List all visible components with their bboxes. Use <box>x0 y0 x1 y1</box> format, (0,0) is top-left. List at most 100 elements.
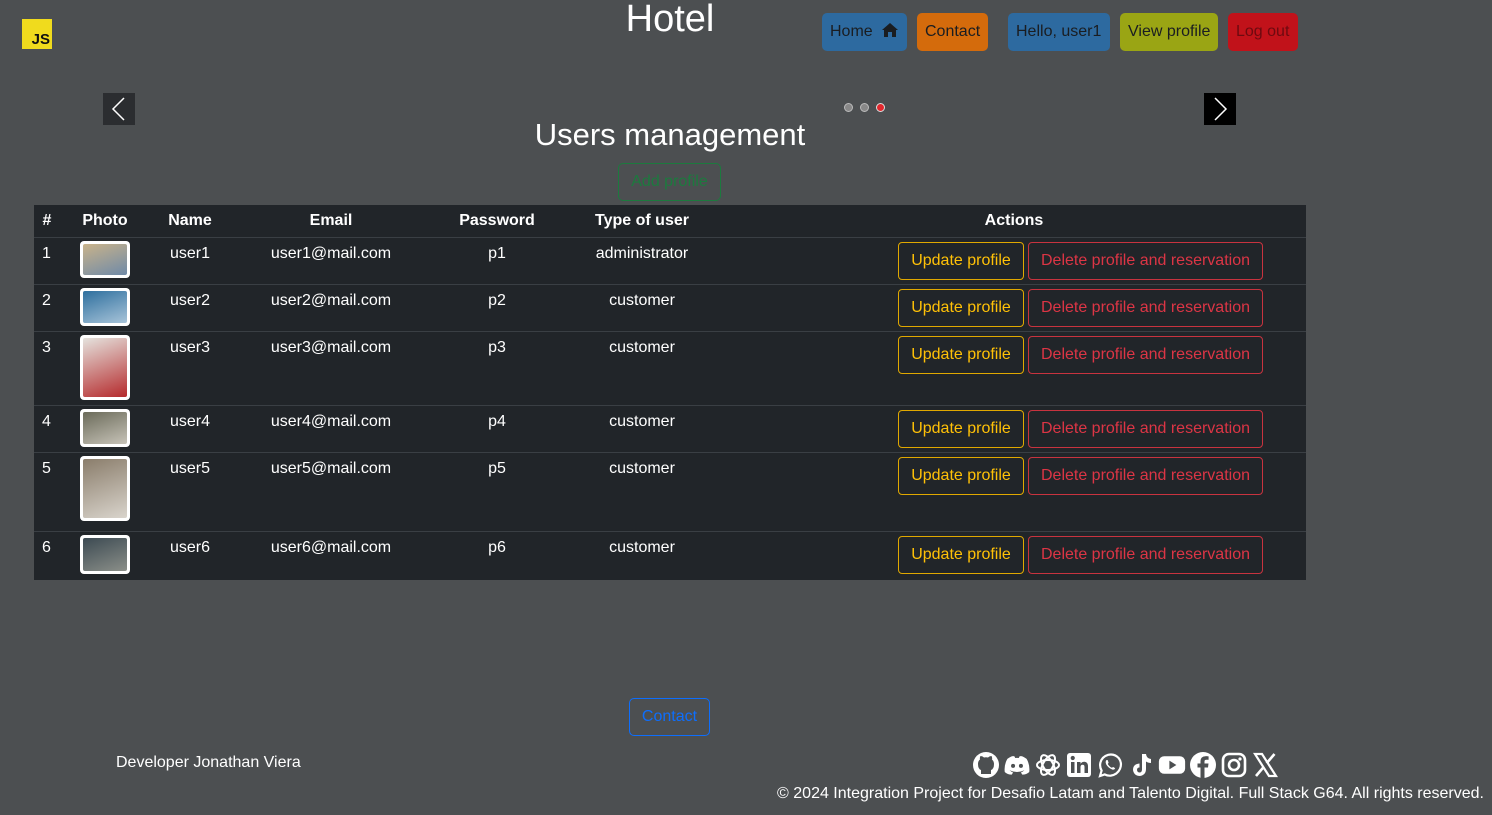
row-number: 6 <box>34 531 60 580</box>
carousel-next-button[interactable] <box>1204 93 1236 125</box>
photo-cell <box>60 237 150 285</box>
social-links <box>972 750 1279 780</box>
user-email: user5@mail.com <box>230 452 432 532</box>
contact-nav-button[interactable]: Contact <box>917 13 988 51</box>
add-profile-button[interactable]: Add profile <box>618 163 721 201</box>
user-type: customer <box>562 331 722 406</box>
discord-icon[interactable] <box>1003 750 1031 780</box>
user-password: p1 <box>432 237 562 285</box>
delete-profile-button[interactable]: Delete profile and reservation <box>1028 336 1263 374</box>
photo-image <box>83 244 127 275</box>
delete-profile-button[interactable]: Delete profile and reservation <box>1028 242 1263 280</box>
actions-cell: Update profile Delete profile and reserva… <box>722 531 1306 580</box>
chevron-right-icon <box>1214 97 1228 121</box>
update-profile-button[interactable]: Update profile <box>898 242 1024 280</box>
delete-profile-button[interactable]: Delete profile and reservation <box>1028 457 1263 495</box>
actions-cell: Update profile Delete profile and reserva… <box>722 405 1306 453</box>
update-profile-button[interactable]: Update profile <box>898 336 1024 374</box>
carousel-indicator-3[interactable] <box>876 103 885 112</box>
actions-cell: Update profile Delete profile and reserva… <box>722 237 1306 285</box>
carousel-indicator-2[interactable] <box>860 103 869 112</box>
user-email: user4@mail.com <box>230 405 432 453</box>
site-title: Hotel <box>625 0 715 40</box>
header-num: # <box>34 205 60 238</box>
table-row: 4 user4 user4@mail.com p4 customer Update pro… <box>34 405 1306 453</box>
table-row: 1 user1 user1@mail.com p1 administrator Updat… <box>34 237 1306 285</box>
logout-button[interactable]: Log out <box>1228 13 1298 51</box>
user-photo <box>80 241 130 278</box>
photo-image <box>83 538 127 571</box>
user-password: p4 <box>432 405 562 453</box>
developer-credit: Developer Jonathan Viera <box>116 754 301 771</box>
home-icon <box>882 23 899 38</box>
actions-cell: Update profile Delete profile and reserva… <box>722 452 1306 532</box>
carousel-indicator-1[interactable] <box>844 103 853 112</box>
row-number: 5 <box>34 452 60 532</box>
user-type: customer <box>562 405 722 453</box>
delete-profile-button[interactable]: Delete profile and reservation <box>1028 536 1263 574</box>
x-icon[interactable] <box>1251 750 1279 780</box>
user-name: user2 <box>150 284 230 332</box>
header-email: Email <box>230 205 432 238</box>
user-photo <box>80 409 130 447</box>
row-number: 1 <box>34 237 60 285</box>
view-profile-button[interactable]: View profile <box>1120 13 1218 51</box>
update-profile-button[interactable]: Update profile <box>898 536 1024 574</box>
tiktok-icon[interactable] <box>1127 750 1155 780</box>
user-email: user3@mail.com <box>230 331 432 406</box>
users-table: # Photo Name Email Password Type of user… <box>34 205 1306 580</box>
page-title: Users management <box>534 117 806 152</box>
update-profile-button[interactable]: Update profile <box>898 457 1024 495</box>
table-header-row: # Photo Name Email Password Type of user… <box>34 205 1306 238</box>
contact-footer-button[interactable]: Contact <box>629 698 710 736</box>
openai-icon[interactable] <box>1034 750 1062 780</box>
user-email: user2@mail.com <box>230 284 432 332</box>
home-button[interactable]: Home <box>822 13 907 51</box>
update-profile-button[interactable]: Update profile <box>898 410 1024 448</box>
whatsapp-icon[interactable] <box>1096 750 1124 780</box>
user-name: user3 <box>150 331 230 406</box>
user-type: customer <box>562 284 722 332</box>
photo-cell <box>60 331 150 406</box>
table-row: 5 user5 user5@mail.com p5 customer Update pro… <box>34 452 1306 532</box>
home-label: Home <box>830 23 873 40</box>
delete-profile-button[interactable]: Delete profile and reservation <box>1028 410 1263 448</box>
user-password: p2 <box>432 284 562 332</box>
github-icon[interactable] <box>972 750 1000 780</box>
row-number: 3 <box>34 331 60 406</box>
user-password: p3 <box>432 331 562 406</box>
copyright-text: © 2024 Integration Project for Desafio L… <box>777 785 1484 802</box>
user-photo <box>80 456 130 521</box>
header-name: Name <box>150 205 230 238</box>
table-row: 2 user2 user2@mail.com p2 customer Update pro… <box>34 284 1306 332</box>
photo-cell <box>60 284 150 332</box>
actions-cell: Update profile Delete profile and reserva… <box>722 284 1306 332</box>
header-type: Type of user <box>562 205 722 238</box>
user-photo <box>80 335 130 400</box>
carousel-prev-button[interactable] <box>103 93 135 125</box>
update-profile-button[interactable]: Update profile <box>898 289 1024 327</box>
youtube-icon[interactable] <box>1158 750 1186 780</box>
user-photo <box>80 535 130 574</box>
row-number: 2 <box>34 284 60 332</box>
facebook-icon[interactable] <box>1189 750 1217 780</box>
hello-user-button[interactable]: Hello, user1 <box>1008 13 1110 51</box>
header-photo: Photo <box>60 205 150 238</box>
photo-image <box>83 459 127 518</box>
user-photo <box>80 288 130 326</box>
user-password: p6 <box>432 531 562 580</box>
logo-text: JS <box>31 31 50 48</box>
linkedin-icon[interactable] <box>1065 750 1093 780</box>
photo-image <box>83 412 127 444</box>
delete-profile-button[interactable]: Delete profile and reservation <box>1028 289 1263 327</box>
header-actions: Actions <box>722 205 1306 238</box>
user-name: user1 <box>150 237 230 285</box>
user-email: user6@mail.com <box>230 531 432 580</box>
actions-cell: Update profile Delete profile and reserva… <box>722 331 1306 406</box>
photo-image <box>83 291 127 323</box>
photo-image <box>83 338 127 397</box>
photo-cell <box>60 531 150 580</box>
user-email: user1@mail.com <box>230 237 432 285</box>
instagram-icon[interactable] <box>1220 750 1248 780</box>
user-name: user5 <box>150 452 230 532</box>
